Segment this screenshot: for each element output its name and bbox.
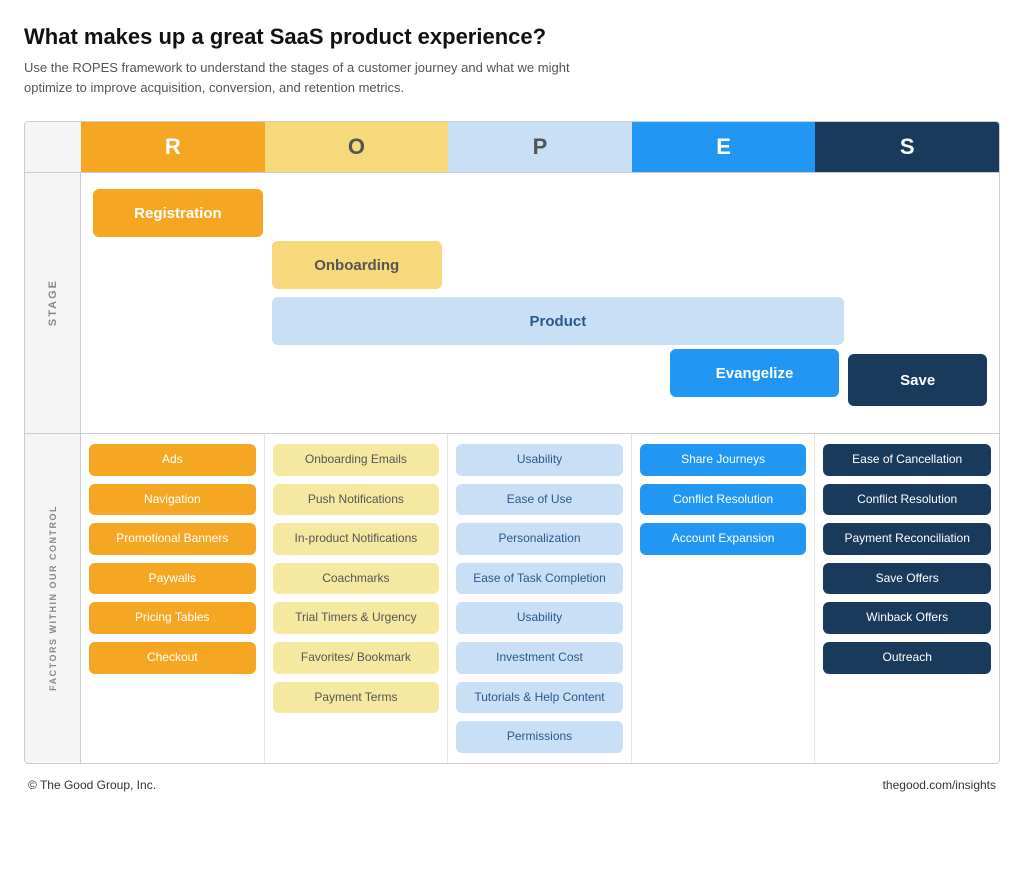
page-subtitle: Use the ROPES framework to understand th…: [24, 58, 584, 97]
framework-table: R O P E S STAGE Registration Onboarding: [24, 121, 1000, 764]
factor-s-6: Outreach: [823, 642, 991, 674]
factor-p-5: Usability: [456, 602, 623, 634]
factors-label: FACTORS WITHIN OUR CONTROL: [48, 505, 58, 691]
factor-o-2: Push Notifications: [273, 484, 440, 516]
stage-boxes: Registration Onboarding Product Evangeli…: [93, 189, 987, 409]
factor-p-8: Permissions: [456, 721, 623, 753]
factor-s-1: Ease of Cancellation: [823, 444, 991, 476]
stage-evangelize: Evangelize: [670, 349, 840, 397]
factor-r-2: Navigation: [89, 484, 256, 516]
factor-e-1: Share Journeys: [640, 444, 807, 476]
factor-col-e: Share Journeys Conflict Resolution Accou…: [632, 434, 816, 763]
factor-col-o: Onboarding Emails Push Notifications In-…: [265, 434, 449, 763]
factor-col-s: Ease of Cancellation Conflict Resolution…: [815, 434, 999, 763]
header-o: O: [265, 122, 449, 172]
factor-e-3: Account Expansion: [640, 523, 807, 555]
factor-p-2: Ease of Use: [456, 484, 623, 516]
stage-onboarding: Onboarding: [272, 241, 442, 289]
factor-s-5: Winback Offers: [823, 602, 991, 634]
stage-row: STAGE Registration Onboarding Product Ev…: [25, 172, 999, 433]
stage-label: STAGE: [47, 279, 59, 326]
footer-left: © The Good Group, Inc.: [28, 778, 156, 792]
stage-save: Save: [848, 354, 987, 406]
factors-label-cell: FACTORS WITHIN OUR CONTROL: [25, 434, 81, 763]
page-title: What makes up a great SaaS product exper…: [24, 24, 1000, 50]
factor-s-2: Conflict Resolution: [823, 484, 991, 516]
header-s: S: [815, 122, 999, 172]
factor-s-4: Save Offers: [823, 563, 991, 595]
footer-right: thegood.com/insights: [883, 778, 996, 792]
factor-r-6: Checkout: [89, 642, 256, 674]
factor-p-7: Tutorials & Help Content: [456, 682, 623, 714]
factor-col-r: Ads Navigation Promotional Banners Paywa…: [81, 434, 265, 763]
factor-o-3: In-product Notifications: [273, 523, 440, 555]
stage-product: Product: [272, 297, 844, 345]
factor-o-7: Payment Terms: [273, 682, 440, 714]
factors-row: FACTORS WITHIN OUR CONTROL Ads Navigatio…: [25, 433, 999, 763]
factor-r-3: Promotional Banners: [89, 523, 256, 555]
factor-r-4: Paywalls: [89, 563, 256, 595]
factor-col-p: Usability Ease of Use Personalization Ea…: [448, 434, 632, 763]
stage-registration: Registration: [93, 189, 263, 237]
factors-columns: Ads Navigation Promotional Banners Paywa…: [81, 434, 999, 763]
header-p: P: [448, 122, 632, 172]
factor-o-4: Coachmarks: [273, 563, 440, 595]
header-row: R O P E S: [25, 122, 999, 172]
factor-o-6: Favorites/ Bookmark: [273, 642, 440, 674]
factor-r-5: Pricing Tables: [89, 602, 256, 634]
header-e: E: [632, 122, 816, 172]
factor-s-3: Payment Reconciliation: [823, 523, 991, 555]
factor-e-2: Conflict Resolution: [640, 484, 807, 516]
main-container: What makes up a great SaaS product exper…: [24, 24, 1000, 792]
factor-p-6: Investment Cost: [456, 642, 623, 674]
factor-p-3: Personalization: [456, 523, 623, 555]
factor-o-1: Onboarding Emails: [273, 444, 440, 476]
factor-p-1: Usability: [456, 444, 623, 476]
stage-label-cell: STAGE: [25, 173, 81, 433]
factor-p-4: Ease of Task Completion: [456, 563, 623, 595]
factor-r-1: Ads: [89, 444, 256, 476]
factor-o-5: Trial Timers & Urgency: [273, 602, 440, 634]
stage-content-area: Registration Onboarding Product Evangeli…: [81, 173, 999, 433]
footer: © The Good Group, Inc. thegood.com/insig…: [24, 764, 1000, 792]
header-r: R: [81, 122, 265, 172]
header-empty-cell: [25, 122, 81, 172]
